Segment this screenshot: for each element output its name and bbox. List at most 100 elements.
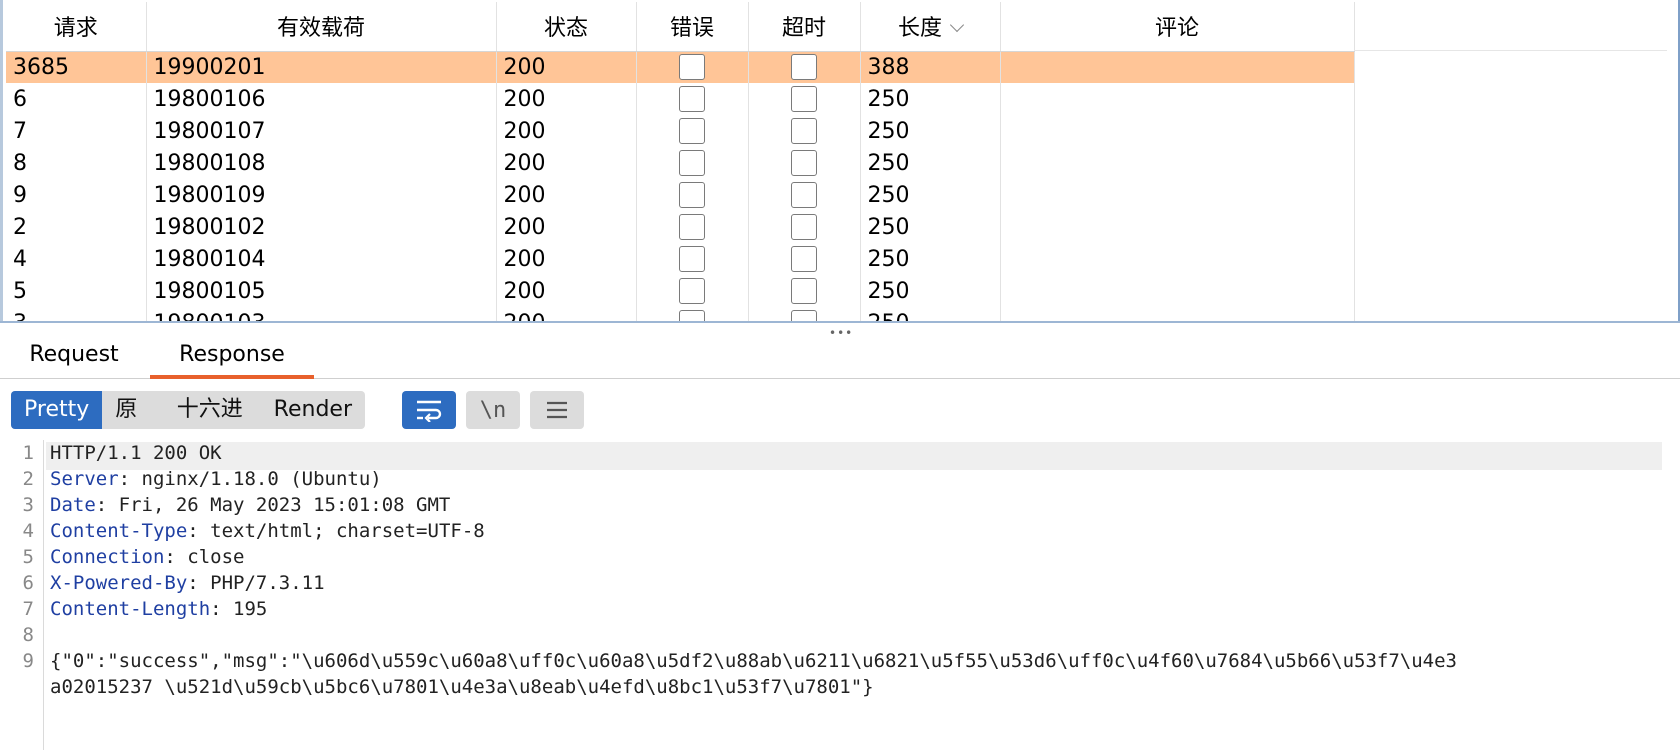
menu-icon (547, 401, 567, 419)
error-checkbox[interactable] (679, 182, 705, 208)
header-name: Content-Type (50, 520, 188, 542)
cell-payload: 19800104 (146, 243, 497, 275)
results-table-body: 3685 19900201 200 388 6 19800106 200 250 7 198001… (6, 51, 1355, 322)
column-header-payload[interactable]: 有效载荷 (146, 2, 497, 52)
cell-request: 2 (6, 211, 147, 243)
header-name: Date (50, 494, 96, 516)
line-text: HTTP/1.1 200 OK (50, 442, 222, 464)
table-row[interactable]: 9 19800109 200 250 (6, 179, 1355, 211)
column-header-status[interactable]: 状态 (496, 2, 637, 52)
cell-error (636, 275, 749, 307)
cell-payload: 19800105 (146, 275, 497, 307)
error-checkbox[interactable] (679, 86, 705, 112)
table-row[interactable]: 319800103200 250 (6, 307, 1355, 322)
cell-status: 200 (496, 275, 637, 307)
response-editor[interactable]: 1 HTTP/1.1 200 OK 2 Server: nginx/1.18.0 (U… (0, 440, 1680, 750)
line-number: 1 (22, 442, 34, 464)
cell-error (636, 147, 749, 179)
line-text: : text/html; charset=UTF-8 (187, 520, 485, 542)
timeout-checkbox[interactable] (791, 278, 817, 304)
cell-request: 9 (6, 179, 147, 211)
column-header-label: 长度 (897, 16, 942, 42)
timeout-checkbox[interactable] (791, 118, 817, 144)
column-header-request[interactable]: 请求 (6, 2, 147, 52)
cell-comment (1000, 275, 1355, 307)
column-header-length[interactable]: 长度 (860, 2, 1001, 52)
tab-response[interactable]: Response (150, 334, 314, 379)
view-mode-render[interactable]: Render (261, 391, 365, 429)
column-header-label: 评论 (1154, 16, 1199, 42)
column-header-error[interactable]: 错误 (636, 2, 749, 52)
timeout-checkbox[interactable] (791, 86, 817, 112)
column-header-label: 有效载荷 (276, 16, 365, 42)
table-row[interactable]: 6 19800106 200 250 (6, 83, 1355, 115)
cell-request: 5 (6, 275, 147, 307)
error-checkbox[interactable] (679, 246, 705, 272)
timeout-checkbox[interactable] (791, 150, 817, 176)
wrap-lines-button[interactable] (402, 391, 456, 429)
menu-button[interactable] (530, 391, 584, 429)
timeout-checkbox[interactable] (791, 54, 817, 81)
cell-length: 250 (860, 83, 1001, 115)
cell-request: 4 (6, 243, 147, 275)
error-checkbox[interactable] (679, 54, 705, 81)
cell-length: 250 (860, 307, 1001, 322)
timeout-checkbox[interactable] (791, 214, 817, 240)
cell-length: 250 (860, 179, 1001, 211)
code-line: HTTP/1.1 200 OK (50, 442, 222, 464)
table-row[interactable]: 4 19800104 200 250 (6, 243, 1355, 275)
cell-comment (1000, 51, 1355, 83)
error-checkbox[interactable] (679, 278, 705, 304)
line-number: 8 (22, 624, 34, 646)
cell-status: 200 (496, 83, 637, 115)
error-checkbox[interactable] (679, 214, 705, 240)
line-number: 6 (22, 572, 34, 594)
pane-splitter[interactable] (0, 321, 1680, 323)
view-mode-hex[interactable]: 十六进制 (164, 391, 261, 429)
view-mode-pretty[interactable]: Pretty (11, 391, 103, 429)
column-header-label: 错误 (669, 16, 714, 42)
results-table: 请求 有效载荷 状态 错误 超时 长度 评论 3685 19900201 200 38… (6, 2, 1355, 322)
cell-comment (1000, 83, 1355, 115)
line-number: 2 (22, 468, 34, 490)
cell-error (636, 83, 749, 115)
cell-request: 3685 (6, 51, 147, 83)
line-number: 7 (22, 598, 34, 620)
line-text: : PHP/7.3.11 (187, 572, 325, 594)
cell-payload: 19800102 (146, 211, 497, 243)
header-name: Content-Length (50, 598, 211, 620)
code-line: {"0":"success","msg":"\u606d\u559c\u60a8… (50, 650, 1457, 672)
results-table-pane: 请求 有效载荷 状态 错误 超时 长度 评论 3685 19900201 200 38… (0, 0, 1680, 322)
table-row[interactable]: 8 19800108 200 250 (6, 147, 1355, 179)
newline-toggle-button[interactable]: \n (466, 391, 520, 429)
cell-request: 3 (6, 307, 147, 322)
line-number: 5 (22, 546, 34, 568)
table-row[interactable]: 2 19800102 200 250 (6, 211, 1355, 243)
line-number: 3 (22, 494, 34, 516)
cell-payload: 19800108 (146, 147, 497, 179)
cell-status: 200 (496, 115, 637, 147)
current-line-highlight (46, 442, 1662, 470)
header-name: Connection (50, 546, 165, 568)
error-checkbox[interactable] (679, 118, 705, 144)
cell-comment (1000, 115, 1355, 147)
cell-error (636, 115, 749, 147)
cell-error (636, 243, 749, 275)
table-row[interactable]: 7 19800107 200 250 (6, 115, 1355, 147)
table-row[interactable]: 3685 19900201 200 388 (6, 51, 1355, 83)
timeout-checkbox[interactable] (791, 246, 817, 272)
cell-timeout (748, 211, 861, 243)
column-header-comment[interactable]: 评论 (1000, 2, 1355, 52)
view-mode-raw[interactable]: 原始 (102, 391, 163, 429)
error-checkbox[interactable] (679, 150, 705, 176)
cell-status: 200 (496, 147, 637, 179)
tab-request[interactable]: Request (14, 334, 134, 379)
column-header-timeout[interactable]: 超时 (748, 2, 861, 52)
cell-request: 8 (6, 147, 147, 179)
cell-status: 200 (496, 51, 637, 83)
cell-comment (1000, 211, 1355, 243)
table-row[interactable]: 5 19800105 200 250 (6, 275, 1355, 307)
line-text: : Fri, 26 May 2023 15:01:08 GMT (95, 494, 451, 516)
cell-timeout (748, 115, 861, 147)
timeout-checkbox[interactable] (791, 182, 817, 208)
